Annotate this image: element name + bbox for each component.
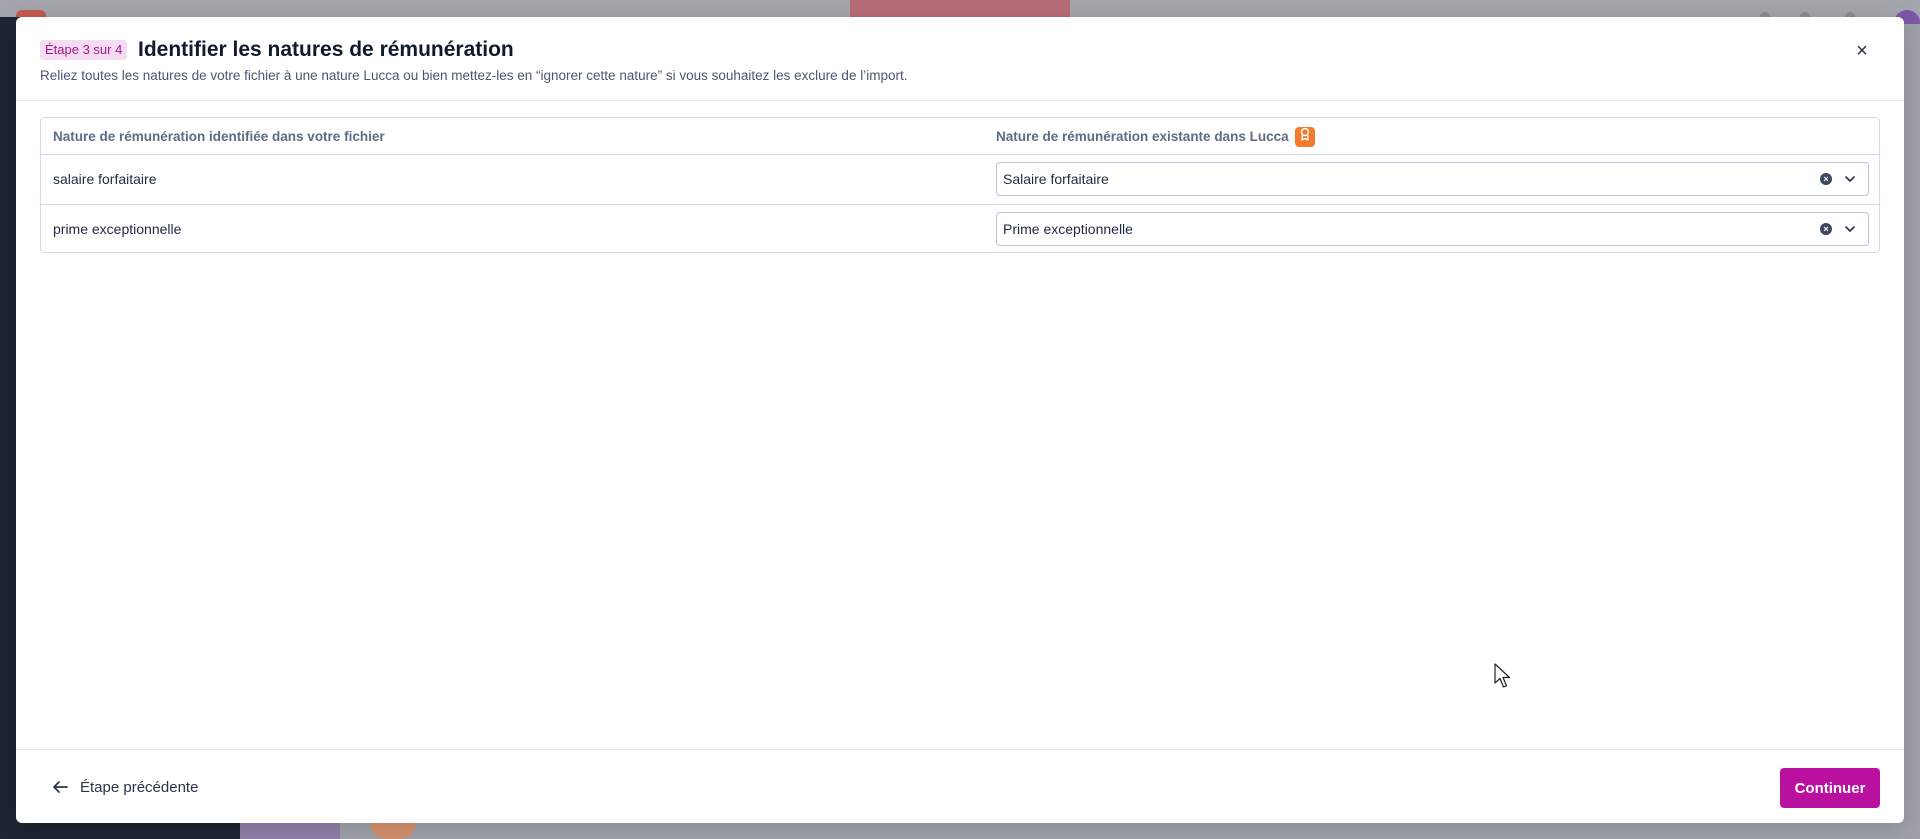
mapping-table: Nature de rémunération identifiée dans v… [40,117,1880,253]
close-button[interactable]: × [1850,39,1874,63]
previous-step-label: Étape précédente [80,778,199,796]
header-lucca-nature-label: Nature de rémunération existante dans Lu… [996,129,1289,144]
clear-icon[interactable]: × [1820,223,1832,235]
clear-icon[interactable]: × [1820,173,1832,185]
arrow-left-icon [52,779,68,795]
modal-header: Étape 3 sur 4 Identifier les natures de … [16,17,1904,101]
mouse-cursor-icon [1494,663,1511,688]
lucca-nature-value: Prime exceptionnelle [1003,221,1133,237]
table-header: Nature de rémunération identifiée dans v… [41,118,1879,155]
background-banner [850,0,1070,17]
file-nature-cell: salaire forfaitaire [53,171,157,187]
lucca-nature-select[interactable]: Salaire forfaitaire × [996,162,1869,196]
lucca-nature-value: Salaire forfaitaire [1003,171,1109,187]
close-icon: × [1856,40,1868,62]
file-nature-cell: prime exceptionnelle [53,221,182,237]
previous-step-button[interactable]: Étape précédente [52,772,198,802]
modal-title: Identifier les natures de rémunération [138,38,514,61]
step-badge: Étape 3 sur 4 [40,40,128,60]
background-decoration [370,822,416,839]
medal-icon [1294,126,1315,147]
header-lucca-nature: Nature de rémunération existante dans Lu… [996,118,1315,155]
modal-footer: Étape précédente Continuer [16,749,1904,823]
lucca-nature-select[interactable]: Prime exceptionnelle × [996,212,1869,246]
table-row: prime exceptionnelle Prime exceptionnell… [41,204,1879,253]
chevron-down-icon[interactable] [1842,171,1858,187]
import-modal: Étape 3 sur 4 Identifier les natures de … [16,17,1904,823]
continue-button[interactable]: Continuer [1780,768,1880,808]
chevron-down-icon[interactable] [1842,221,1858,237]
header-file-nature: Nature de rémunération identifiée dans v… [53,129,385,144]
background-decoration [240,822,340,839]
table-row: salaire forfaitaire Salaire forfaitaire … [41,155,1879,204]
modal-subtitle: Reliez toutes les natures de votre fichi… [40,68,908,83]
